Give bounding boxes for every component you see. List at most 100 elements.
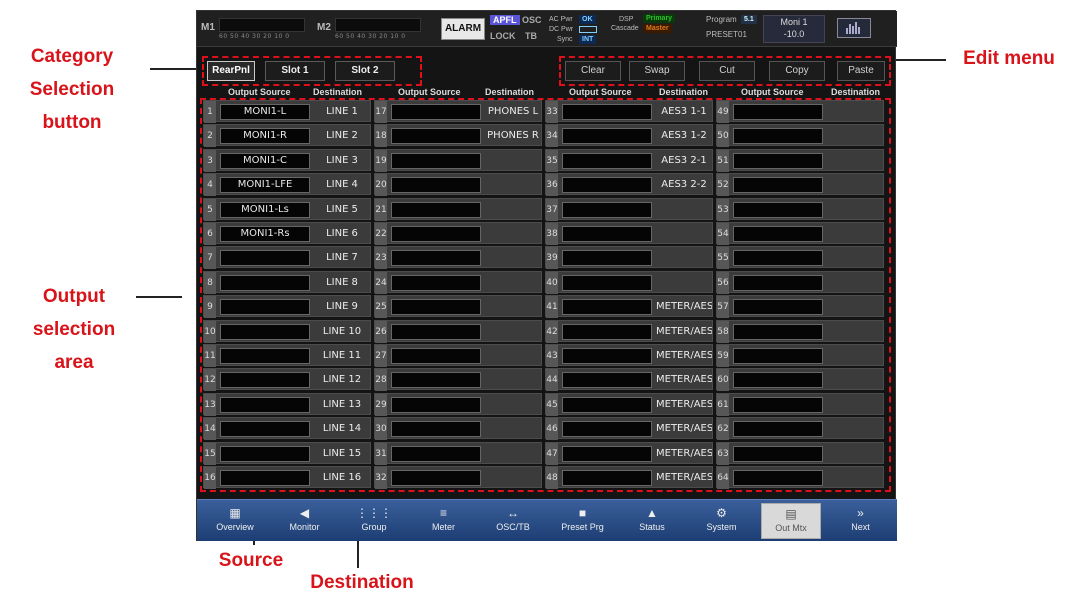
output-row[interactable]: 15 LINE 15	[203, 441, 371, 465]
output-source-field[interactable]	[562, 299, 652, 316]
output-source-field[interactable]	[562, 470, 652, 486]
output-source-field[interactable]	[220, 421, 310, 438]
output-source-field[interactable]	[562, 323, 652, 340]
output-row[interactable]: 29	[374, 392, 542, 416]
output-row[interactable]: 16 LINE 16	[203, 466, 371, 489]
output-row[interactable]: 42 METER/AES3	[545, 319, 713, 343]
output-row[interactable]: 18 PHONES R	[374, 124, 542, 148]
copy-button[interactable]: Copy	[769, 61, 825, 81]
output-row[interactable]: 3 MONI1-C LINE 3	[203, 148, 371, 172]
output-row[interactable]: 45 METER/AES3	[545, 392, 713, 416]
output-row[interactable]: 6 MONI1-Rs LINE 6	[203, 222, 371, 245]
output-row[interactable]: 63	[716, 441, 884, 465]
output-row[interactable]: 38	[545, 222, 713, 245]
output-row[interactable]: 7 LINE 7	[203, 246, 371, 270]
output-source-field[interactable]	[562, 226, 652, 242]
output-source-field[interactable]	[733, 396, 823, 413]
output-source-field[interactable]	[562, 372, 652, 389]
output-row[interactable]: 37	[545, 197, 713, 221]
output-row[interactable]: 54	[716, 222, 884, 245]
output-row[interactable]: 12 LINE 12	[203, 368, 371, 392]
output-row[interactable]: 55	[716, 246, 884, 270]
output-row[interactable]: 33 AES3 1-1	[545, 100, 713, 123]
output-row[interactable]: 43 METER/AES3	[545, 344, 713, 367]
output-row[interactable]: 56	[716, 270, 884, 294]
output-source-field[interactable]	[733, 250, 823, 267]
output-source-field[interactable]	[562, 177, 652, 194]
output-row[interactable]: 41 METER/AES3	[545, 295, 713, 319]
category-slot2-button[interactable]: Slot 2	[335, 61, 395, 81]
output-row[interactable]: 19	[374, 148, 542, 172]
output-row[interactable]: 22	[374, 222, 542, 245]
category-slot1-button[interactable]: Slot 1	[265, 61, 325, 81]
output-source-field[interactable]	[220, 323, 310, 340]
output-source-field[interactable]	[562, 152, 652, 169]
output-source-field[interactable]	[391, 274, 481, 291]
output-row[interactable]: 30	[374, 417, 542, 441]
output-source-field[interactable]	[391, 250, 481, 267]
output-source-field[interactable]	[391, 421, 481, 438]
output-source-field[interactable]	[220, 372, 310, 389]
output-source-field[interactable]	[220, 274, 310, 291]
output-row[interactable]: 53	[716, 197, 884, 221]
nav-system-button[interactable]: ⚙ System	[692, 503, 752, 539]
category-rearpnl-button[interactable]: RearPnl	[207, 61, 255, 81]
output-source-field[interactable]	[220, 348, 310, 364]
output-row[interactable]: 13 LINE 13	[203, 392, 371, 416]
output-row[interactable]: 35 AES3 2-1	[545, 148, 713, 172]
output-row[interactable]: 52	[716, 173, 884, 197]
output-row[interactable]: 2 MONI1-R LINE 2	[203, 124, 371, 148]
output-source-field[interactable]	[562, 396, 652, 413]
moni-level[interactable]: Moni 1 -10.0	[763, 15, 825, 43]
lock-indicator[interactable]: LOCK	[490, 31, 516, 41]
output-source-field[interactable]	[391, 201, 481, 218]
output-source-field[interactable]	[733, 274, 823, 291]
nav-overview-button[interactable]: ▦ Overview	[205, 503, 265, 539]
output-source-field[interactable]	[220, 396, 310, 413]
output-row[interactable]: 11 LINE 11	[203, 344, 371, 367]
output-source-field[interactable]: MONI1-LFE	[220, 177, 310, 194]
output-source-field[interactable]	[562, 348, 652, 364]
output-source-field[interactable]	[562, 128, 652, 145]
output-row[interactable]: 49	[716, 100, 884, 123]
output-source-field[interactable]	[391, 226, 481, 242]
output-source-field[interactable]	[220, 470, 310, 486]
apfl-indicator[interactable]: APFL	[490, 15, 520, 25]
output-source-field[interactable]	[733, 299, 823, 316]
output-row[interactable]: 5 MONI1-Ls LINE 5	[203, 197, 371, 221]
output-source-field[interactable]	[733, 226, 823, 242]
output-source-field[interactable]	[733, 445, 823, 462]
alarm-button[interactable]: ALARM	[441, 18, 485, 40]
swap-button[interactable]: Swap	[629, 61, 685, 81]
output-source-field[interactable]	[733, 128, 823, 145]
output-row[interactable]: 39	[545, 246, 713, 270]
nav-status-button[interactable]: ▲ Status	[622, 503, 682, 539]
output-row[interactable]: 50	[716, 124, 884, 148]
output-row[interactable]: 58	[716, 319, 884, 343]
output-source-field[interactable]	[391, 372, 481, 389]
output-source-field[interactable]	[562, 421, 652, 438]
nav-monitor-button[interactable]: ◀ Monitor	[275, 503, 335, 539]
output-source-field[interactable]	[391, 104, 481, 120]
output-source-field[interactable]	[391, 445, 481, 462]
output-source-field[interactable]	[733, 201, 823, 218]
output-row[interactable]: 34 AES3 1-2	[545, 124, 713, 148]
meter-view-button[interactable]	[837, 18, 871, 38]
output-row[interactable]: 23	[374, 246, 542, 270]
output-source-field[interactable]	[391, 348, 481, 364]
paste-button[interactable]: Paste	[837, 61, 885, 81]
output-source-field[interactable]	[562, 274, 652, 291]
nav-meter-button[interactable]: ≡ Meter	[414, 503, 474, 539]
output-row[interactable]: 1 MONI1-L LINE 1	[203, 100, 371, 123]
nav-group-button[interactable]: ⋮⋮⋮ Group	[344, 503, 404, 539]
output-source-field[interactable]	[220, 445, 310, 462]
output-source-field[interactable]	[391, 299, 481, 316]
output-row[interactable]: 8 LINE 8	[203, 270, 371, 294]
output-row[interactable]: 44 METER/AES3	[545, 368, 713, 392]
output-source-field[interactable]	[391, 128, 481, 145]
output-row[interactable]: 60	[716, 368, 884, 392]
output-row[interactable]: 59	[716, 344, 884, 367]
output-row[interactable]: 48 METER/AES3	[545, 466, 713, 489]
output-row[interactable]: 14 LINE 14	[203, 417, 371, 441]
output-source-field[interactable]	[391, 177, 481, 194]
